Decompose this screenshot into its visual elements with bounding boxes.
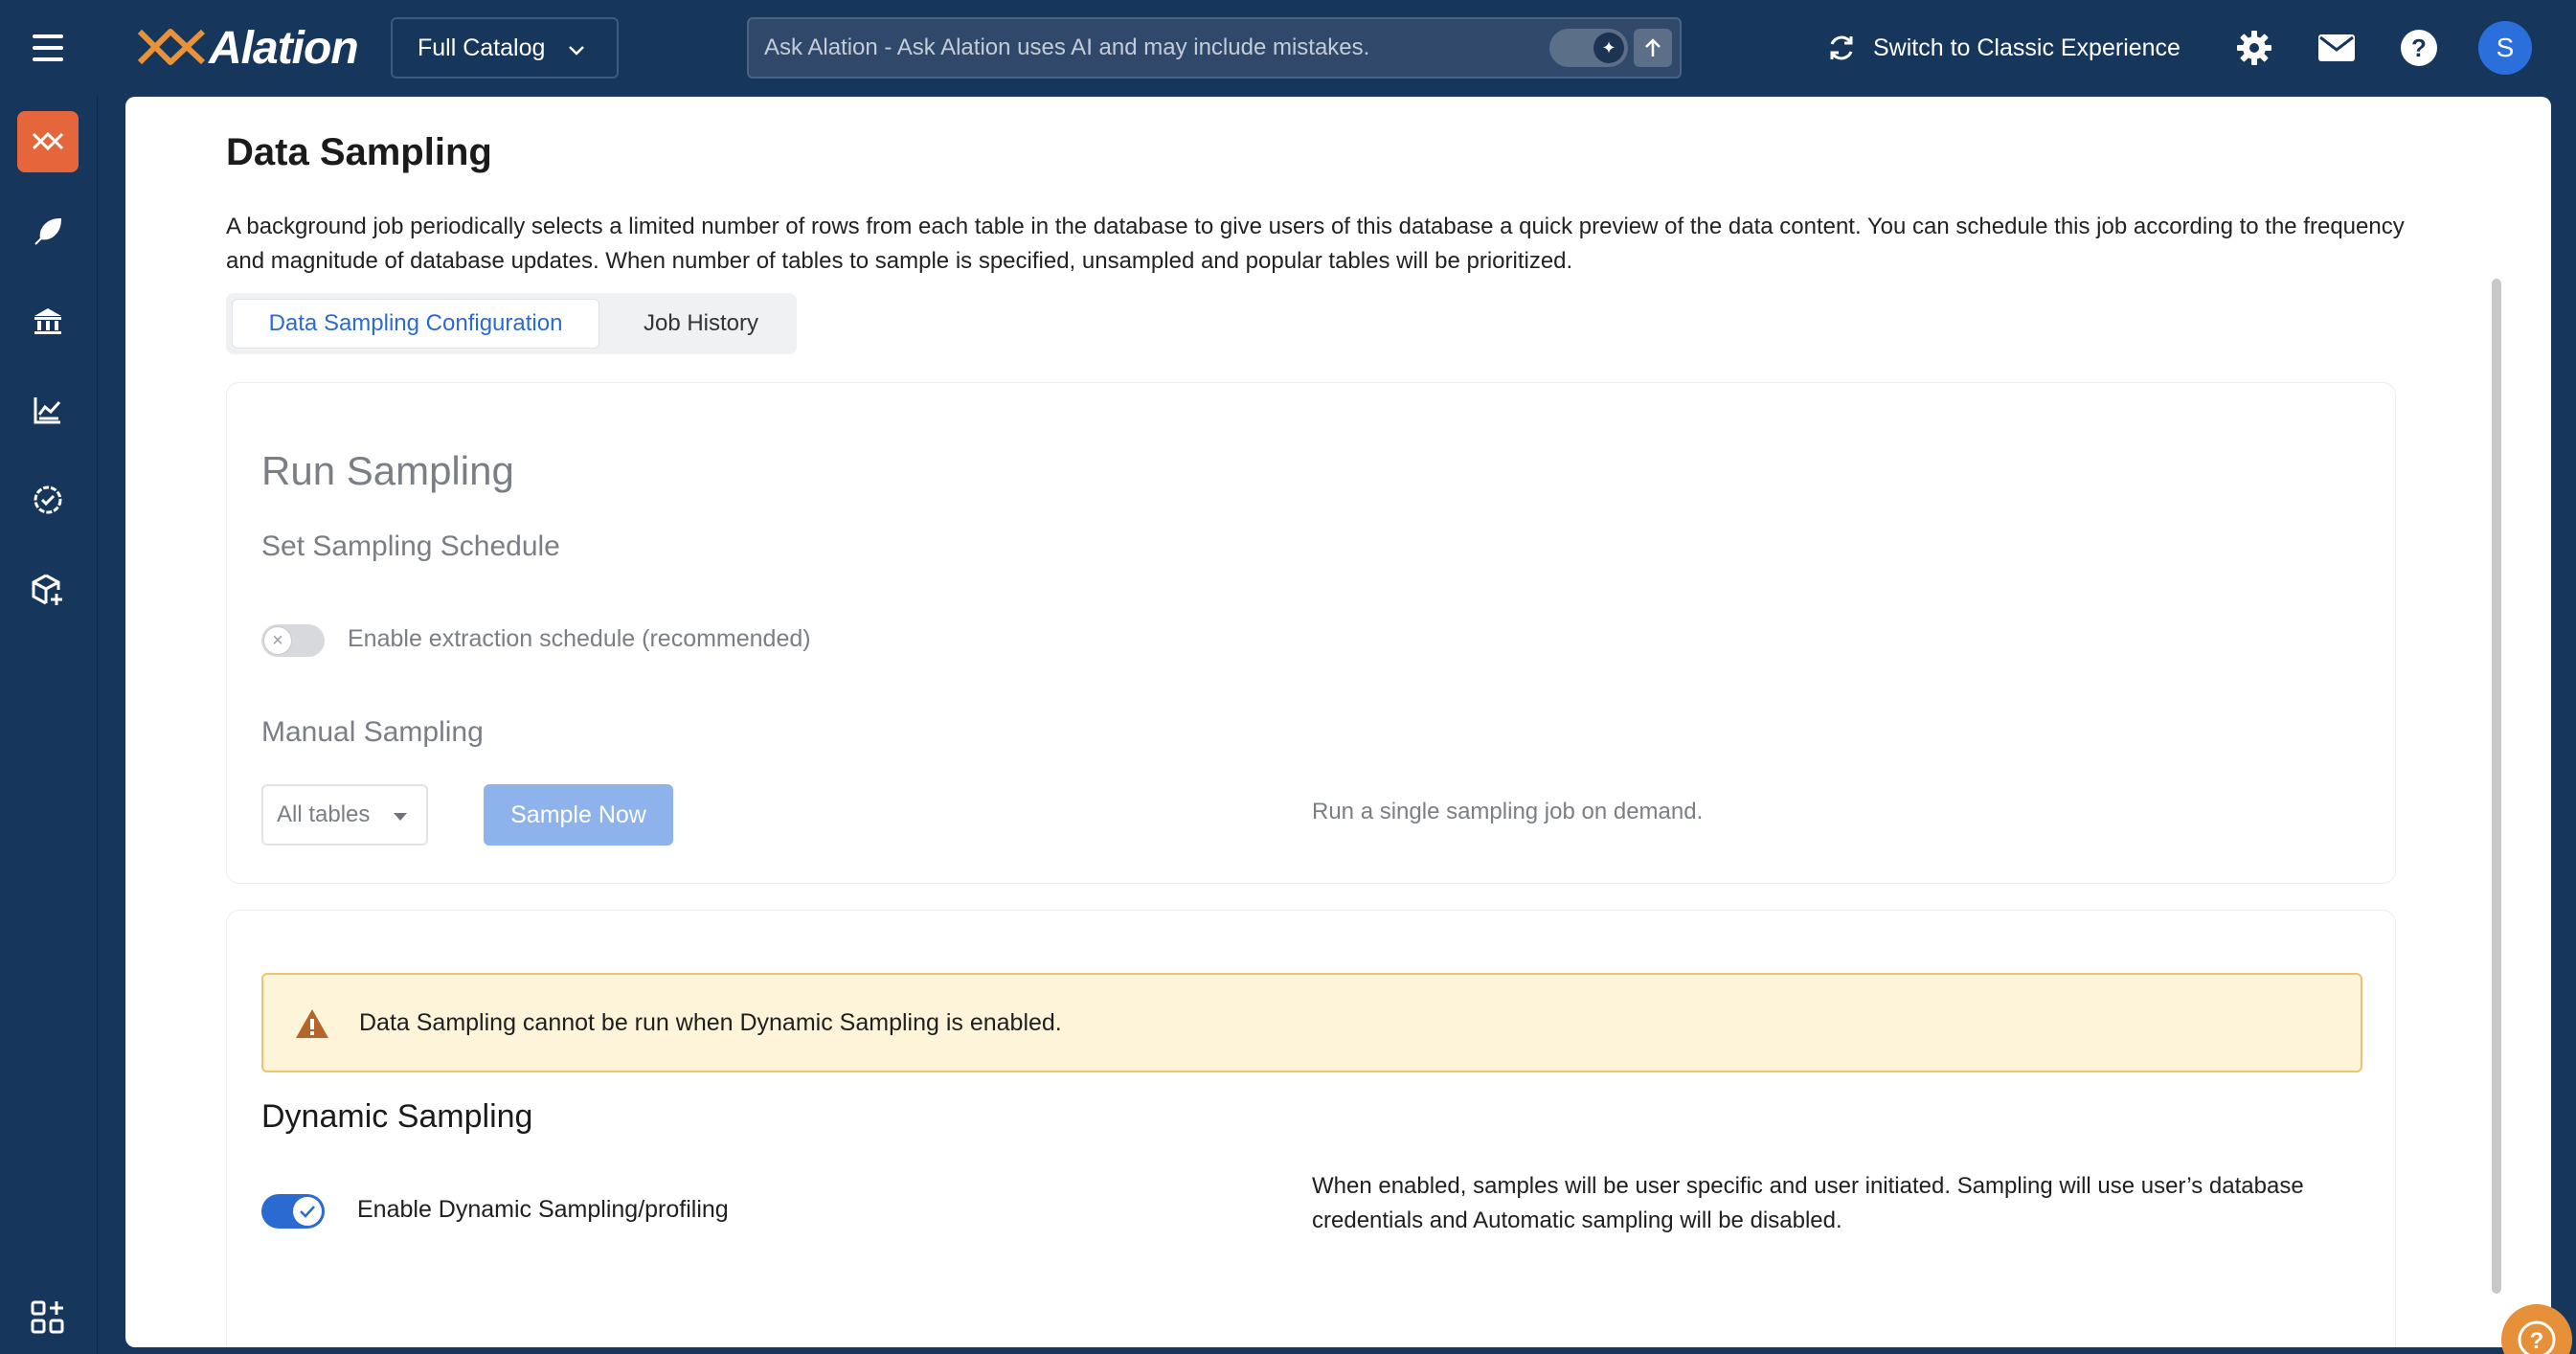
check-icon bbox=[293, 1197, 322, 1226]
dynamic-sampling-label: Enable Dynamic Sampling/profiling bbox=[357, 1196, 729, 1223]
alation-mark-icon bbox=[32, 131, 64, 151]
rail-item-governance[interactable] bbox=[17, 469, 79, 530]
main-panel: Data Sampling A background job periodica… bbox=[125, 97, 2551, 1347]
menu-icon[interactable] bbox=[29, 31, 67, 65]
tab-bar: Data Sampling Configuration Job History bbox=[226, 293, 797, 354]
page-description: A background job periodically selects a … bbox=[226, 214, 2405, 274]
manual-sampling-help: Run a single sampling job on demand. bbox=[1312, 799, 1704, 824]
feather-icon bbox=[34, 217, 62, 245]
switch-classic-label: Switch to Classic Experience bbox=[1873, 34, 2181, 61]
page-title: Data Sampling bbox=[226, 131, 492, 173]
search-input[interactable] bbox=[749, 19, 1534, 77]
tables-select[interactable]: All tables bbox=[261, 784, 428, 846]
question-icon: ? bbox=[2518, 1320, 2556, 1354]
svg-text:?: ? bbox=[2530, 1328, 2544, 1354]
schedule-section-title: Set Sampling Schedule bbox=[261, 530, 560, 562]
rail-item-analytics[interactable] bbox=[17, 379, 79, 440]
dynamic-sampling-toggle[interactable] bbox=[261, 1194, 325, 1229]
warning-icon bbox=[296, 1009, 328, 1038]
rail-item-catalog[interactable] bbox=[17, 290, 79, 351]
dynamic-sampling-title: Dynamic Sampling bbox=[261, 1098, 533, 1135]
sample-now-button[interactable]: Sample Now bbox=[484, 784, 673, 846]
rail-item-apps[interactable] bbox=[17, 1287, 79, 1348]
refresh-icon bbox=[1830, 35, 1853, 60]
apps-grid-icon bbox=[31, 1300, 64, 1334]
settings-gear-icon[interactable] bbox=[2233, 27, 2275, 69]
left-nav-rail bbox=[0, 96, 98, 1354]
rail-item-compose[interactable] bbox=[17, 201, 79, 262]
run-sampling-card: Run Sampling Set Sampling Schedule × Ena… bbox=[226, 382, 2396, 884]
run-sampling-title: Run Sampling bbox=[261, 448, 514, 493]
bank-icon bbox=[34, 308, 61, 334]
chart-icon bbox=[34, 397, 61, 424]
ask-alation-search: ✦ bbox=[747, 17, 1682, 79]
switch-classic-button[interactable]: Switch to Classic Experience bbox=[1825, 27, 2181, 69]
svg-text:?: ? bbox=[2411, 34, 2427, 62]
catalog-selector[interactable]: Full Catalog bbox=[391, 17, 619, 79]
dynamic-sampling-help: When enabled, samples will be user speci… bbox=[1312, 1173, 2304, 1233]
tab-data-sampling-configuration[interactable]: Data Sampling Configuration bbox=[232, 299, 599, 349]
mail-icon[interactable] bbox=[2316, 27, 2358, 69]
badge-check-icon bbox=[34, 485, 62, 514]
extraction-schedule-toggle[interactable]: × bbox=[261, 624, 325, 657]
send-button[interactable] bbox=[1634, 29, 1672, 67]
arrow-up-icon bbox=[1645, 38, 1661, 56]
alation-logo-mark-icon bbox=[137, 29, 206, 65]
alation-logo[interactable]: Alation bbox=[136, 21, 359, 75]
cube-plus-icon bbox=[32, 574, 62, 605]
chevron-down-icon bbox=[569, 46, 584, 56]
help-icon[interactable]: ? bbox=[2398, 27, 2440, 69]
dynamic-sampling-card: Data Sampling cannot be run when Dynamic… bbox=[226, 910, 2396, 1347]
catalog-label: Full Catalog bbox=[418, 34, 546, 61]
brand-name: Alation bbox=[209, 22, 359, 74]
caret-down-icon bbox=[394, 813, 407, 821]
tab-job-history[interactable]: Job History bbox=[611, 299, 791, 349]
extraction-schedule-label: Enable extraction schedule (recommended) bbox=[348, 625, 811, 652]
sparkle-icon: ✦ bbox=[1593, 33, 1624, 63]
vertical-scrollbar[interactable] bbox=[2492, 279, 2501, 1294]
tables-select-value: All tables bbox=[277, 801, 371, 827]
user-avatar[interactable]: S bbox=[2478, 21, 2532, 75]
warning-text: Data Sampling cannot be run when Dynamic… bbox=[359, 1009, 1062, 1036]
warning-banner: Data Sampling cannot be run when Dynamic… bbox=[261, 973, 2362, 1072]
ai-mode-toggle[interactable]: ✦ bbox=[1549, 29, 1628, 67]
rail-item-home[interactable] bbox=[17, 111, 79, 172]
top-bar: Alation Full Catalog ✦ Switch to Classic… bbox=[0, 0, 2576, 96]
rail-item-data-products[interactable] bbox=[17, 559, 79, 621]
close-icon: × bbox=[263, 626, 292, 655]
manual-sampling-title: Manual Sampling bbox=[261, 716, 484, 748]
